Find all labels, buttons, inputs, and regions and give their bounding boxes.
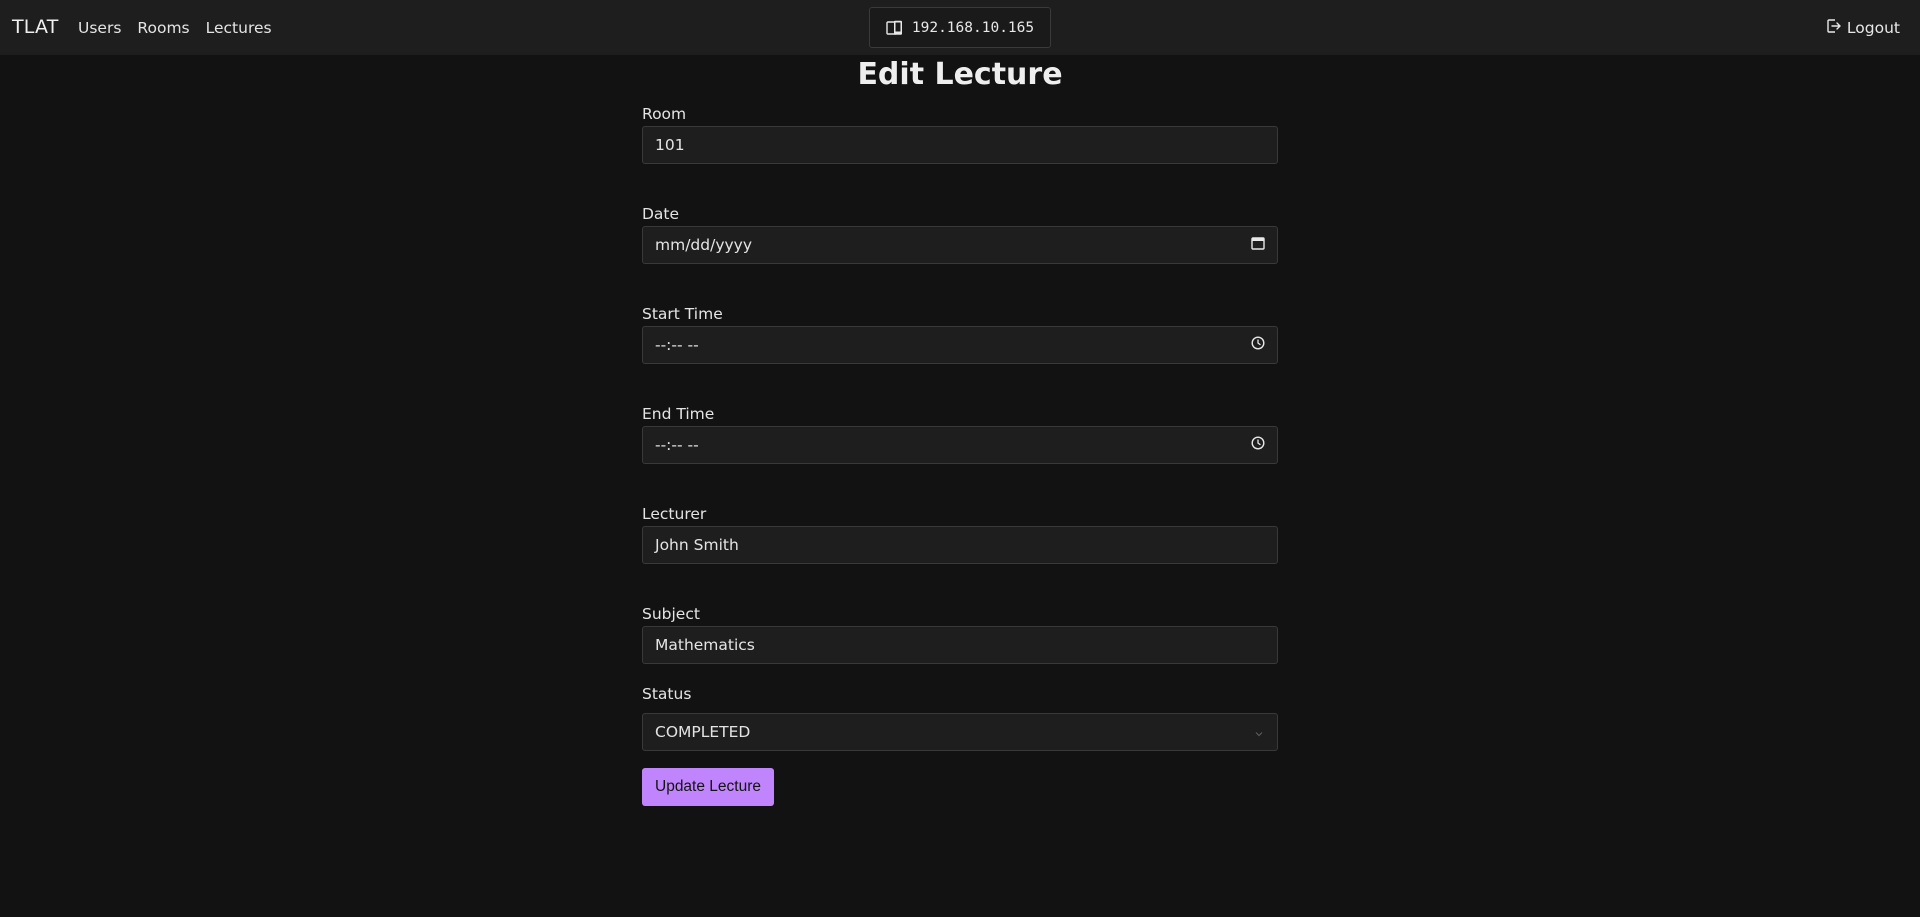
date-placeholder: mm/dd/yyyy — [655, 236, 753, 254]
page-title: Edit Lecture — [857, 57, 1063, 92]
lecturer-value: John Smith — [655, 536, 739, 554]
end-time-label: End Time — [642, 405, 715, 423]
calendar-icon[interactable] — [1251, 236, 1265, 254]
end-time-field: End Time --:-- -- — [642, 404, 1278, 464]
end-time-input[interactable]: --:-- -- — [642, 426, 1278, 464]
chevron-down-icon — [1253, 726, 1265, 738]
ip-address-display[interactable]: 192.168.10.165 — [869, 7, 1051, 48]
status-label: Status — [642, 685, 692, 703]
subject-label: Subject — [642, 605, 700, 623]
status-select[interactable]: COMPLETED — [642, 713, 1278, 751]
date-label: Date — [642, 205, 680, 223]
start-time-placeholder: --:-- -- — [655, 336, 699, 354]
top-navbar: TLAT Users Rooms Lectures 192.168.10.165… — [0, 0, 1920, 55]
clock-icon[interactable] — [1251, 436, 1265, 454]
subject-field: Subject Mathematics — [642, 604, 1278, 664]
status-value: COMPLETED — [655, 723, 751, 741]
logout-label: Logout — [1846, 19, 1900, 37]
lecturer-input[interactable]: John Smith — [642, 526, 1278, 564]
subject-input[interactable]: Mathematics — [642, 626, 1278, 664]
room-input[interactable]: 101 — [642, 126, 1278, 164]
start-time-input[interactable]: --:-- -- — [642, 326, 1278, 364]
start-time-label: Start Time — [642, 305, 723, 323]
update-lecture-button[interactable]: Update Lecture — [642, 768, 774, 806]
end-time-placeholder: --:-- -- — [655, 436, 699, 454]
lecturer-field: Lecturer John Smith — [642, 504, 1278, 564]
main-nav: Users Rooms Lectures — [78, 19, 272, 37]
logout-button[interactable]: Logout — [1826, 18, 1900, 38]
date-input[interactable]: mm/dd/yyyy — [642, 226, 1278, 264]
lecturer-label: Lecturer — [642, 505, 707, 523]
room-label: Room — [642, 105, 687, 123]
start-time-field: Start Time --:-- -- — [642, 304, 1278, 364]
brand-logo[interactable]: TLAT — [12, 16, 59, 38]
subject-value: Mathematics — [655, 636, 755, 654]
room-value: 101 — [655, 136, 685, 154]
ip-address-text: 192.168.10.165 — [911, 19, 1035, 36]
device-icon — [886, 20, 904, 36]
logout-icon — [1826, 18, 1842, 38]
date-field: Date mm/dd/yyyy — [642, 204, 1278, 264]
clock-icon[interactable] — [1251, 336, 1265, 354]
nav-link-lectures[interactable]: Lectures — [206, 19, 272, 37]
nav-link-users[interactable]: Users — [78, 19, 121, 37]
status-field: Status COMPLETED — [642, 684, 1278, 751]
edit-lecture-form: Room 101 Date mm/dd/yyyy Start Time --:-… — [642, 104, 1278, 806]
nav-link-rooms[interactable]: Rooms — [137, 19, 189, 37]
room-field: Room 101 — [642, 104, 1278, 164]
